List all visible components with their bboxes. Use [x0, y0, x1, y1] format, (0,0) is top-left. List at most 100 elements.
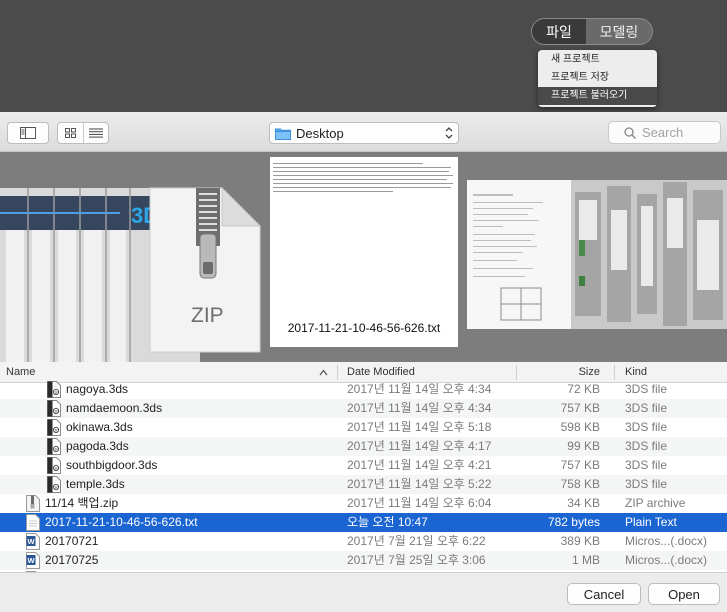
file-date: 오늘 오전 10:47 — [347, 515, 428, 529]
file-row[interactable]: 11/14 백업.zip 2017년 11월 14일 오후 6:04 34 KB ZI… — [0, 494, 727, 513]
file-name: nagoya.3ds — [66, 382, 129, 396]
file-size: 782 bytes — [547, 515, 600, 529]
file-name: 2017-11-21-10-46-56-626.txt — [45, 515, 198, 529]
file-size: 758 KB — [560, 477, 600, 491]
3ds-file-icon: 3d — [47, 457, 61, 474]
file-row[interactable]: 3d nagoya.3ds 2017년 11월 14일 오후 4:34 72 KB 3D… — [0, 380, 727, 399]
menu-item-new-project[interactable]: 새 프로젝트 — [538, 51, 657, 69]
file-list: Name Date Modified Size Kind 3d nagoya.3d… — [0, 362, 727, 572]
open-button[interactable]: Open — [648, 583, 720, 605]
file-row[interactable]: 3d namdaemoon.3ds 2017년 11월 14일 오후 4:34 757… — [0, 399, 727, 418]
file-row[interactable]: 3d okinawa.3ds 2017년 11월 14일 오후 5:18 598 KB… — [0, 418, 727, 437]
list-view-icon — [88, 128, 103, 138]
svg-text:W: W — [28, 556, 36, 565]
text-preview-thumbnail[interactable]: 2017-11-21-10-46-56-626.txt — [270, 157, 458, 347]
3ds-file-icon: 3d — [47, 381, 61, 398]
file-row[interactable]: 3d temple.3ds 2017년 11월 14일 오후 5:22 758 KB 3… — [0, 475, 727, 494]
file-name: 11/14 백업.zip — [45, 496, 119, 510]
file-name: pagoda.3ds — [66, 439, 129, 453]
zip-preview-thumbnail[interactable]: 3D ZIP — [0, 152, 265, 362]
menu-item-load-project[interactable]: 프로젝트 불러오기 — [538, 87, 657, 105]
file-kind: 3DS file — [625, 420, 668, 434]
file-date: 2017년 11월 14일 오후 6:04 — [347, 496, 492, 510]
search-field[interactable] — [608, 121, 721, 144]
preview-gallery: 3D ZIP 2017-11-21-10-46-56-626.txt — [0, 152, 727, 362]
menu-item-save-project[interactable]: 프로젝트 저장 — [538, 69, 657, 87]
search-icon — [624, 126, 636, 139]
3ds-file-icon: 3d — [47, 476, 61, 493]
file-date: 2017년 11월 14일 오후 5:22 — [347, 477, 492, 491]
file-kind: ZIP archive — [625, 496, 686, 510]
file-row-selected[interactable]: 2017-11-21-10-46-56-626.txt 오늘 오전 10:47 78… — [0, 513, 727, 532]
word-file-icon: W — [26, 552, 40, 569]
chevron-updown-icon — [445, 127, 453, 139]
svg-text:ZIP: ZIP — [191, 304, 224, 327]
tab-modeling[interactable]: 모델링 — [586, 19, 652, 44]
location-popup[interactable]: Desktop — [269, 122, 459, 144]
file-name: 20170725 — [45, 553, 99, 567]
file-name: okinawa.3ds — [66, 420, 133, 434]
file-row[interactable]: 3d pagoda.3ds 2017년 11월 14일 오후 4:17 99 KB 3D… — [0, 437, 727, 456]
file-size: 99 KB — [567, 439, 600, 453]
view-mode-control — [57, 122, 109, 144]
file-menu: 새 프로젝트 프로젝트 저장 프로젝트 불러오기 — [538, 50, 657, 107]
file-kind: 3DS file — [625, 477, 668, 491]
file-name: temple.3ds — [66, 477, 125, 491]
tab-file[interactable]: 파일 — [532, 19, 586, 44]
file-name: namdaemoon.3ds — [66, 401, 163, 415]
3ds-file-icon: 3d — [47, 438, 61, 455]
file-size: 389 KB — [560, 534, 600, 548]
file-name: 20170721 — [45, 534, 99, 548]
cancel-button[interactable]: Cancel — [567, 583, 641, 605]
file-row[interactable]: W 20170721 2017년 7월 21일 오후 6:22 389 KB Micro… — [0, 532, 727, 551]
sidebar-icon — [20, 127, 36, 139]
text-file-icon — [26, 514, 40, 531]
file-size: 757 KB — [560, 401, 600, 415]
file-kind: Micros...(.docx) — [625, 553, 708, 567]
dialog-toolbar: Desktop — [0, 112, 727, 152]
file-date: 2017년 7월 21일 오후 6:22 — [347, 534, 486, 548]
icon-view-button[interactable] — [58, 123, 83, 143]
file-size: 72 KB — [567, 382, 600, 396]
3ds-file-icon: 3d — [47, 400, 61, 417]
file-size: 1 MB — [571, 553, 600, 567]
file-row[interactable]: W 20170725 2017년 7월 25일 오후 3:06 1 MB Micros.… — [0, 551, 727, 570]
file-row[interactable]: 3d southbigdoor.3ds 2017년 11월 14일 오후 4:21 7… — [0, 456, 727, 475]
docx-preview-thumbnail[interactable] — [467, 180, 727, 329]
file-kind: 3DS file — [625, 382, 668, 396]
file-date: 2017년 11월 14일 오후 4:17 — [347, 439, 492, 453]
file-size: 34 KB — [567, 496, 600, 510]
open-file-dialog: Desktop Search 3D ZIP 2017-11-21-10-46-5… — [0, 112, 727, 612]
folder-icon — [275, 128, 291, 140]
sidebar-toggle-button[interactable] — [7, 122, 49, 144]
location-label: Desktop — [296, 125, 344, 141]
word-file-icon: W — [26, 533, 40, 550]
file-date: 2017년 7월 25일 오후 3:06 — [347, 553, 486, 567]
zip-archive-icon: 3D ZIP — [0, 186, 262, 362]
svg-text:3d: 3d — [54, 485, 58, 490]
svg-text:3d: 3d — [54, 466, 58, 471]
mode-segmented-control: 파일 모델링 — [531, 18, 653, 45]
svg-text:3d: 3d — [54, 447, 58, 452]
app-background: 파일 모델링 새 프로젝트 프로젝트 저장 프로젝트 불러오기 — [0, 0, 727, 112]
dialog-footer: Cancel Open — [0, 572, 727, 612]
grid-view-icon — [64, 128, 76, 138]
file-size: 598 KB — [560, 420, 600, 434]
svg-text:3d: 3d — [54, 428, 58, 433]
search-input[interactable] — [642, 125, 712, 140]
file-date: 2017년 11월 14일 오후 5:18 — [347, 420, 492, 434]
file-kind: Plain Text — [625, 515, 677, 529]
list-view-button[interactable] — [82, 123, 108, 143]
file-kind: 3DS file — [625, 458, 668, 472]
file-kind: 3DS file — [625, 439, 668, 453]
file-date: 2017년 11월 14일 오후 4:21 — [347, 458, 492, 472]
svg-text:W: W — [28, 537, 36, 546]
file-kind: Micros...(.docx) — [625, 534, 708, 548]
file-name: southbigdoor.3ds — [66, 458, 158, 472]
svg-text:3d: 3d — [54, 390, 58, 395]
file-kind: 3DS file — [625, 401, 668, 415]
file-date: 2017년 11월 14일 오후 4:34 — [347, 382, 492, 396]
file-date: 2017년 11월 14일 오후 4:34 — [347, 401, 492, 415]
file-size: 757 KB — [560, 458, 600, 472]
text-preview-caption: 2017-11-21-10-46-56-626.txt — [287, 321, 441, 335]
